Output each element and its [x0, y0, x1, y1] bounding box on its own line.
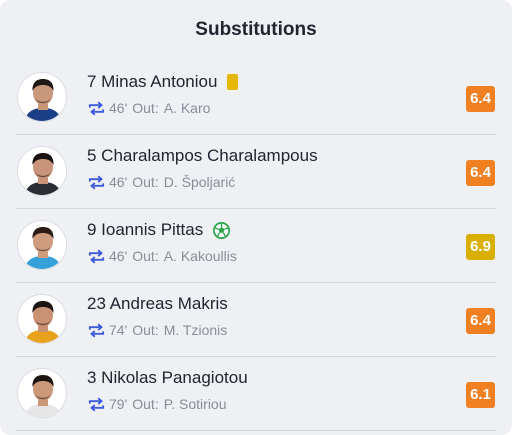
player-out-name: A. Karo	[163, 100, 211, 116]
player-rating-badge: 6.9	[466, 234, 495, 260]
player-avatar[interactable]	[17, 294, 67, 344]
player-rating-badge: 6.4	[466, 308, 495, 334]
substitutions-panel: Substitutions 7 Minas Antoniou 46' Out: …	[0, 0, 512, 435]
substitution-row[interactable]: 3 Nikolas Panagiotou 79' Out: P. Sotirio…	[0, 357, 512, 431]
player-name-line: 5 Charalampos Charalampous	[87, 146, 318, 166]
player-photo	[18, 369, 66, 417]
player-out-name: P. Sotiriou	[163, 396, 227, 412]
player-photo	[18, 147, 66, 195]
player-name-line: 7 Minas Antoniou	[87, 72, 239, 92]
substitution-detail: 46' Out: A. Karo	[88, 100, 210, 116]
player-name-line: 9 Ioannis Pittas	[87, 220, 231, 240]
substitution-row[interactable]: 7 Minas Antoniou 46' Out: A. Karo 6.4	[0, 61, 512, 135]
player-avatar[interactable]	[17, 220, 67, 270]
player-in-name[interactable]: 7 Minas Antoniou	[87, 72, 217, 92]
out-label: Out:	[132, 396, 159, 412]
player-in-name[interactable]: 23 Andreas Makris	[87, 294, 228, 314]
out-label: Out:	[132, 100, 159, 116]
player-photo	[18, 221, 66, 269]
substitution-swap-icon	[88, 101, 105, 115]
player-in-name[interactable]: 3 Nikolas Panagiotou	[87, 368, 248, 388]
player-avatar[interactable]	[17, 72, 67, 122]
substitution-minute: 79'	[109, 396, 128, 412]
substitution-detail: 74' Out: M. Tzionis	[88, 322, 227, 338]
substitution-detail: 46' Out: A. Kakoullis	[88, 248, 237, 264]
substitution-minute: 46'	[109, 100, 128, 116]
player-out-name: A. Kakoullis	[163, 248, 237, 264]
out-label: Out:	[132, 174, 159, 190]
substitution-row[interactable]: 5 Charalampos Charalampous 46' Out: D. Š…	[0, 135, 512, 209]
player-in-name[interactable]: 9 Ioannis Pittas	[87, 220, 203, 240]
substitution-swap-icon	[88, 323, 105, 337]
player-photo	[18, 73, 66, 121]
player-avatar[interactable]	[17, 146, 67, 196]
substitution-swap-icon	[88, 397, 105, 411]
substitution-detail: 79' Out: P. Sotiriou	[88, 396, 227, 412]
panel-title: Substitutions	[195, 19, 317, 40]
substitution-row[interactable]: 9 Ioannis Pittas 46' Out: A. Kakoullis 6…	[0, 209, 512, 283]
out-label: Out:	[132, 322, 159, 338]
substitution-minute: 46'	[109, 248, 128, 264]
player-rating-badge: 6.4	[466, 160, 495, 186]
substitution-detail: 46' Out: D. Špoljarić	[88, 174, 235, 190]
player-rating-badge: 6.1	[466, 382, 495, 408]
player-in-name[interactable]: 5 Charalampos Charalampous	[87, 146, 318, 166]
player-name-line: 3 Nikolas Panagiotou	[87, 368, 248, 388]
substitution-minute: 46'	[109, 174, 128, 190]
substitution-minute: 74'	[109, 322, 128, 338]
player-photo	[18, 295, 66, 343]
yellow-card-icon	[227, 74, 239, 90]
substitution-swap-icon	[88, 175, 105, 189]
player-out-name: M. Tzionis	[163, 322, 228, 338]
substitution-swap-icon	[88, 249, 105, 263]
out-label: Out:	[132, 248, 159, 264]
substitution-row[interactable]: 23 Andreas Makris 74' Out: M. Tzionis 6.…	[0, 283, 512, 357]
goal-icon	[213, 221, 231, 239]
player-out-name: D. Špoljarić	[163, 174, 236, 190]
player-avatar[interactable]	[17, 368, 67, 418]
row-divider	[16, 430, 496, 431]
player-name-line: 23 Andreas Makris	[87, 294, 228, 314]
player-rating-badge: 6.4	[466, 86, 495, 112]
